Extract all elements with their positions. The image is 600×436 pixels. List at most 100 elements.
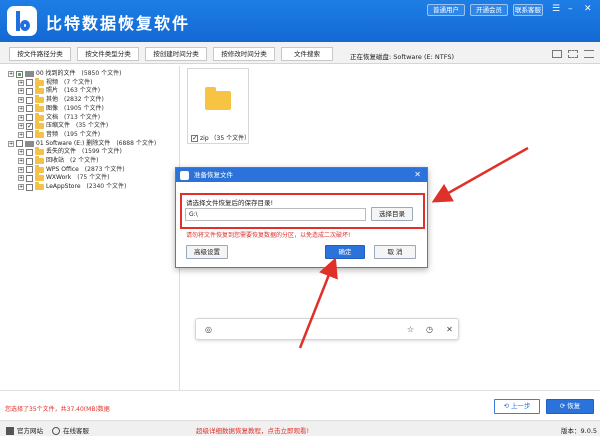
tree-checkbox[interactable]: [26, 96, 33, 104]
monitor-icon: [6, 427, 14, 435]
support-label: 在线客服: [63, 427, 89, 435]
expand-icon[interactable]: +: [18, 158, 24, 164]
dialog-header: 准备恢复文件 ✕: [176, 168, 427, 182]
expand-icon[interactable]: +: [18, 105, 24, 112]
clock-icon[interactable]: ◷: [425, 325, 434, 334]
tile-checkbox[interactable]: [191, 134, 198, 142]
tree-checkbox[interactable]: [26, 105, 33, 113]
dialog-close-icon[interactable]: ✕: [414, 168, 421, 182]
expand-icon[interactable]: +: [18, 175, 24, 182]
app-logo: [7, 6, 37, 36]
tree-item[interactable]: +01 Software (E:) 删除文件 (6888 个文件): [8, 140, 156, 148]
tree-checkbox[interactable]: [26, 131, 33, 139]
scan-icon[interactable]: ◎: [204, 325, 213, 334]
close-icon[interactable]: ✕: [584, 4, 592, 14]
tree-item-label: 00 找到的文件: [36, 70, 76, 77]
tree-checkbox[interactable]: [16, 140, 23, 148]
tab-by-path[interactable]: 按文件路径分类: [9, 47, 71, 61]
advanced-settings-button[interactable]: 高级设置: [186, 245, 228, 259]
tree-checkbox[interactable]: [26, 157, 33, 165]
tree-item[interactable]: + WXWork (75 个文件): [18, 173, 109, 182]
footer-bar: 官方网站 在线客服 超级详细数据恢复教程，点击立即观看! 版本：9.0.5: [0, 420, 600, 436]
tools-icon[interactable]: ✕: [445, 325, 454, 334]
tree-item[interactable]: + 音频 (195 个文件): [18, 129, 100, 139]
tree-item[interactable]: + 压缩文件 (35 个文件): [18, 121, 109, 130]
version-label: 版本：9.0.5: [561, 427, 598, 435]
tree-checkbox[interactable]: [26, 87, 33, 95]
tree-item-count: (2873 个文件): [84, 165, 125, 173]
expand-icon[interactable]: +: [8, 71, 14, 77]
list-view-icon[interactable]: [568, 50, 578, 58]
tree-checkbox[interactable]: [26, 166, 33, 174]
tree-item-label: 回收站: [46, 157, 65, 164]
tree-item-count: (5850 个文件): [81, 70, 122, 77]
tree-item[interactable]: + 图像 (1905 个文件): [18, 103, 104, 113]
minimize-icon[interactable]: –: [568, 4, 573, 14]
choose-directory-button[interactable]: 选择目录: [371, 207, 413, 221]
folder-icon: [35, 173, 44, 182]
tree-checkbox[interactable]: [26, 174, 33, 182]
folder-icon: [35, 156, 44, 164]
arrow-to-directory: [431, 146, 529, 203]
expand-icon[interactable]: +: [18, 88, 24, 95]
tree-checkbox[interactable]: [26, 148, 33, 156]
expand-icon[interactable]: +: [18, 184, 24, 191]
tree-item-label: WPS Office: [46, 165, 79, 173]
tab-file-search[interactable]: 文件搜索: [281, 47, 333, 61]
tree-item[interactable]: + 照片 (163 个文件): [18, 86, 100, 95]
tree-item[interactable]: + 丢失的文件 (1599 个文件): [18, 147, 122, 156]
tree-checkbox[interactable]: [26, 79, 33, 87]
dialog-prompt: 请选择文件恢复后的保存目录!: [186, 199, 274, 207]
tree-item[interactable]: + 回收站 (2 个文件): [18, 156, 98, 165]
tab-by-modified-time[interactable]: 按修改时间分类: [213, 47, 275, 61]
support-link[interactable]: 在线客服: [52, 425, 89, 435]
tree-item[interactable]: + 其他 (2832 个文件): [18, 95, 104, 104]
disk-info: 正在恢复磁盘: Software (E: NTFS): [350, 53, 454, 61]
expand-icon[interactable]: +: [8, 140, 14, 147]
grid-view-icon[interactable]: [552, 50, 562, 58]
cancel-button[interactable]: 取 消: [374, 245, 416, 259]
recover-button[interactable]: ⟳ 恢复: [546, 399, 594, 414]
contact-support-button[interactable]: 联系客服: [513, 4, 543, 16]
expand-icon[interactable]: +: [18, 123, 24, 130]
website-link[interactable]: 官方网站: [6, 425, 43, 435]
expand-icon[interactable]: +: [18, 97, 24, 104]
expand-icon[interactable]: +: [18, 131, 24, 138]
tutorial-link[interactable]: 超级详细数据恢复教程，点击立即观看!: [196, 425, 309, 435]
tree-item[interactable]: + LeAppStore (2340 个文件): [18, 182, 126, 191]
save-path-input[interactable]: G:\: [185, 208, 366, 221]
tree-checkbox[interactable]: [16, 70, 23, 78]
app-title: 比特数据恢复软件: [46, 14, 191, 33]
tree-item-label: 视频: [46, 78, 59, 86]
folder-icon: [35, 129, 44, 138]
back-button[interactable]: ⟲ 上一步: [494, 399, 540, 414]
folder-icon: [35, 147, 44, 156]
tab-by-created-time[interactable]: 按创建时间分类: [145, 47, 207, 61]
selection-info: 您选择了35个文件，共37.40(MB)数据: [5, 406, 110, 413]
expand-icon[interactable]: +: [18, 114, 24, 121]
star-icon[interactable]: ☆: [406, 325, 415, 334]
tree-item[interactable]: + WPS Office (2873 个文件): [18, 164, 125, 174]
file-group-tile[interactable]: zip （35 个文件）: [187, 68, 250, 144]
expand-icon[interactable]: +: [18, 149, 24, 156]
tree-item[interactable]: + 视频 (7 个文件): [18, 77, 92, 87]
expand-icon[interactable]: +: [18, 79, 24, 86]
category-tab-bar: 按文件路径分类 按文件类型分类 按创建时间分类 按修改时间分类 文件搜索 正在恢…: [0, 42, 600, 64]
ok-button[interactable]: 确定: [325, 245, 365, 259]
tab-by-type[interactable]: 按文件类型分类: [77, 47, 139, 61]
tree-checkbox[interactable]: [26, 122, 33, 130]
website-label: 官方网站: [17, 427, 43, 435]
detail-view-icon[interactable]: [584, 50, 594, 58]
tree-checkbox[interactable]: [26, 114, 33, 121]
upgrade-membership-button[interactable]: 开通会员: [470, 4, 508, 16]
menu-icon[interactable]: ☰: [552, 4, 560, 14]
user-level-button[interactable]: 普通用户: [427, 4, 465, 16]
tree-item[interactable]: +00 找到的文件 (5850 个文件): [8, 70, 121, 78]
drive-icon: [25, 71, 34, 77]
tree-item[interactable]: + 文档 (713 个文件): [18, 112, 100, 122]
folder-tree: +00 找到的文件 (5850 个文件) + 视频 (7 个文件) + 照片 (163 个文件…: [4, 66, 180, 390]
folder-icon: [35, 121, 44, 130]
tree-checkbox[interactable]: [26, 183, 33, 191]
tree-item-count: (35 个文件): [76, 122, 109, 130]
expand-icon[interactable]: +: [18, 166, 24, 173]
